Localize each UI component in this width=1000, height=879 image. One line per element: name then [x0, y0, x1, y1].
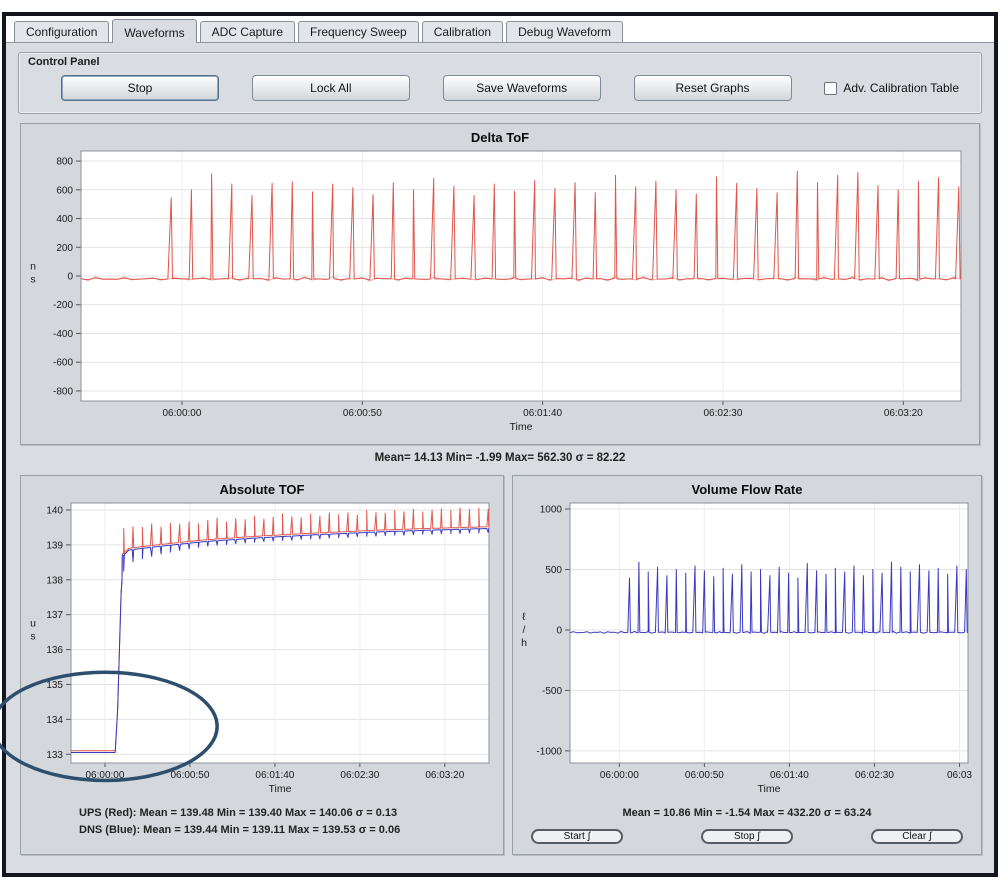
- tab-frequency-sweep[interactable]: Frequency Sweep: [298, 21, 419, 42]
- svg-text:06:00:00: 06:00:00: [600, 770, 639, 781]
- svg-text:06:02:30: 06:02:30: [855, 770, 894, 781]
- delta-tof-stats: Mean= 14.13 Min= -1.99 Max= 562.30 σ = 8…: [6, 452, 994, 464]
- svg-text:140: 140: [46, 505, 63, 516]
- control-button-row: Stop Lock All Save Waveforms Reset Graph…: [61, 75, 959, 101]
- svg-text:0: 0: [67, 272, 73, 283]
- integral-button-row: Start ∫ Stop ∫ Clear ∫: [513, 822, 981, 844]
- svg-text:-200: -200: [53, 300, 73, 311]
- flow-stats-block: Mean = 10.86 Min = -1.54 Max = 432.20 σ …: [513, 805, 981, 822]
- flow-stats-line: Mean = 10.86 Min = -1.54 Max = 432.20 σ …: [513, 805, 981, 822]
- absolute-tof-title: Absolute TOF: [21, 476, 503, 497]
- svg-text:400: 400: [56, 214, 73, 225]
- svg-text:800: 800: [56, 157, 73, 168]
- svg-text:06:00:50: 06:00:50: [685, 770, 724, 781]
- stop-integral-button[interactable]: Stop ∫: [701, 829, 793, 844]
- control-panel-group: Control Panel Stop Lock All Save Wavefor…: [18, 52, 982, 114]
- clear-integral-button[interactable]: Clear ∫: [871, 829, 963, 844]
- lock-all-button[interactable]: Lock All: [252, 75, 410, 101]
- delta-tof-panel: Delta ToF 800 600 400 200 0 -200 -400 -600 -800 0…: [20, 123, 980, 445]
- volume-flow-rate-chart: 1000 500 0 -500 -1000 06:00:00 06:00:50 06:01:4…: [516, 499, 978, 799]
- svg-text:1000: 1000: [540, 505, 563, 516]
- svg-text:600: 600: [56, 185, 73, 196]
- absolute-tof-panel: Absolute TOF 140 139 138 137 136 135 134 133 06:…: [20, 475, 504, 855]
- ups-stats-line: UPS (Red): Mean = 139.48 Min = 139.40 Ma…: [79, 805, 503, 822]
- svg-text:Time: Time: [510, 421, 533, 433]
- svg-text:06:01:40: 06:01:40: [255, 770, 294, 781]
- svg-text:ℓ: ℓ: [522, 611, 526, 623]
- svg-text:139: 139: [46, 540, 63, 551]
- svg-text:u: u: [30, 618, 36, 630]
- svg-text:06:00:50: 06:00:50: [170, 770, 209, 781]
- absolute-tof-stats: UPS (Red): Mean = 139.48 Min = 139.40 Ma…: [21, 805, 503, 839]
- svg-text:Time: Time: [758, 783, 781, 795]
- svg-text:133: 133: [46, 750, 63, 761]
- svg-text:06:03: 06:03: [947, 770, 972, 781]
- control-panel-title: Control Panel: [28, 56, 100, 68]
- svg-text:134: 134: [46, 715, 63, 726]
- svg-text:n: n: [30, 261, 36, 273]
- svg-text:06:00:50: 06:00:50: [343, 408, 382, 419]
- app-frame: Configuration Waveforms ADC Capture Freq…: [2, 12, 998, 877]
- tab-content: Control Panel Stop Lock All Save Wavefor…: [6, 43, 994, 873]
- adv-calibration-checkbox[interactable]: [824, 82, 837, 95]
- start-integral-button[interactable]: Start ∫: [531, 829, 623, 844]
- svg-text:138: 138: [46, 575, 63, 586]
- volume-flow-rate-title: Volume Flow Rate: [513, 476, 981, 497]
- svg-text:06:03:20: 06:03:20: [884, 408, 923, 419]
- reset-graphs-button[interactable]: Reset Graphs: [634, 75, 792, 101]
- svg-text:Time: Time: [269, 783, 292, 795]
- svg-text:137: 137: [46, 610, 63, 621]
- svg-text:-800: -800: [53, 386, 73, 397]
- stop-button[interactable]: Stop: [61, 75, 219, 101]
- tab-debug-waveform[interactable]: Debug Waveform: [506, 21, 623, 42]
- svg-text:500: 500: [545, 565, 562, 576]
- delta-tof-chart: 800 600 400 200 0 -200 -400 -600 -800 06:00:00 06:…: [25, 147, 975, 437]
- svg-text:136: 136: [46, 645, 63, 656]
- svg-text:135: 135: [46, 680, 63, 691]
- svg-text:s: s: [30, 631, 35, 643]
- svg-text:06:01:40: 06:01:40: [770, 770, 809, 781]
- adv-calibration-checkbox-label: Adv. Calibration Table: [843, 81, 959, 95]
- svg-text:-600: -600: [53, 358, 73, 369]
- tab-waveforms[interactable]: Waveforms: [112, 19, 196, 43]
- adv-calibration-table-option[interactable]: Adv. Calibration Table: [824, 81, 959, 95]
- waveforms-app-window: Configuration Waveforms ADC Capture Freq…: [0, 0, 1000, 879]
- delta-tof-title: Delta ToF: [21, 124, 979, 145]
- svg-text:/: /: [523, 624, 526, 636]
- tab-calibration[interactable]: Calibration: [422, 21, 503, 42]
- svg-text:0: 0: [556, 625, 562, 636]
- svg-text:-1000: -1000: [536, 746, 562, 757]
- svg-text:06:03:20: 06:03:20: [425, 770, 464, 781]
- tab-bar: Configuration Waveforms ADC Capture Freq…: [6, 16, 994, 43]
- save-waveforms-button[interactable]: Save Waveforms: [443, 75, 601, 101]
- svg-text:-500: -500: [542, 686, 562, 697]
- svg-text:h: h: [521, 637, 527, 649]
- tab-configuration[interactable]: Configuration: [14, 21, 109, 42]
- svg-text:200: 200: [56, 243, 73, 254]
- svg-text:06:00:00: 06:00:00: [163, 408, 202, 419]
- volume-flow-rate-panel: Volume Flow Rate 1000 500 0 -500 -1000 06:00:…: [512, 475, 982, 855]
- svg-text:-400: -400: [53, 329, 73, 340]
- svg-text:06:02:30: 06:02:30: [340, 770, 379, 781]
- svg-text:06:01:40: 06:01:40: [523, 408, 562, 419]
- svg-text:06:02:30: 06:02:30: [703, 408, 742, 419]
- svg-text:s: s: [30, 274, 35, 286]
- dns-stats-line: DNS (Blue): Mean = 139.44 Min = 139.11 M…: [79, 822, 503, 839]
- tab-adc-capture[interactable]: ADC Capture: [200, 21, 295, 42]
- absolute-tof-chart: 14013913813713613513413306:00:0006:00:50…: [25, 499, 499, 799]
